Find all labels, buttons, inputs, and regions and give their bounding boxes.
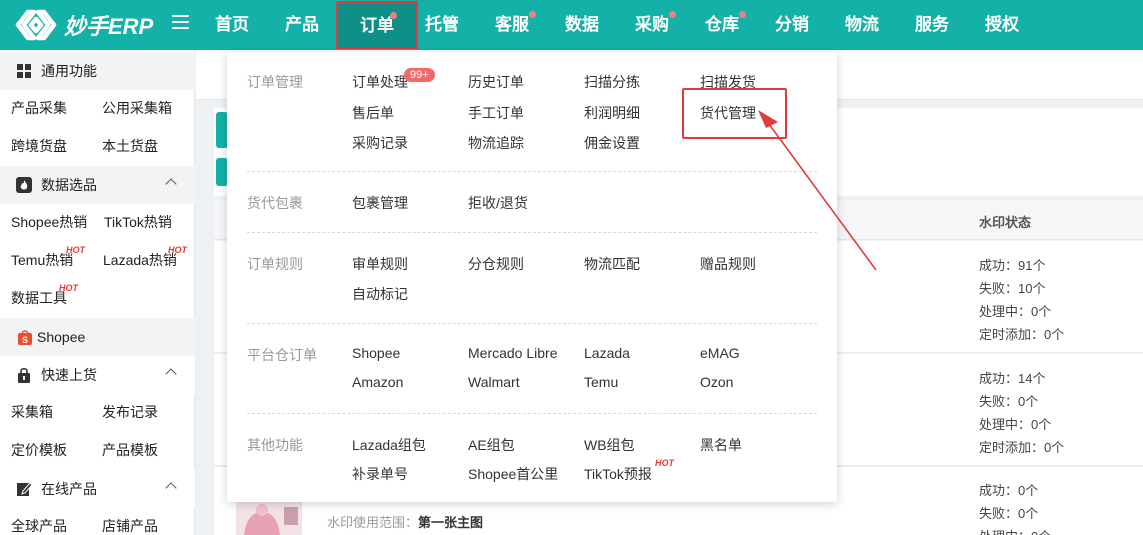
annotation-arrow bbox=[758, 110, 877, 271]
annotation-arrow-head bbox=[758, 110, 778, 128]
annotation-arrow-line bbox=[765, 119, 877, 271]
